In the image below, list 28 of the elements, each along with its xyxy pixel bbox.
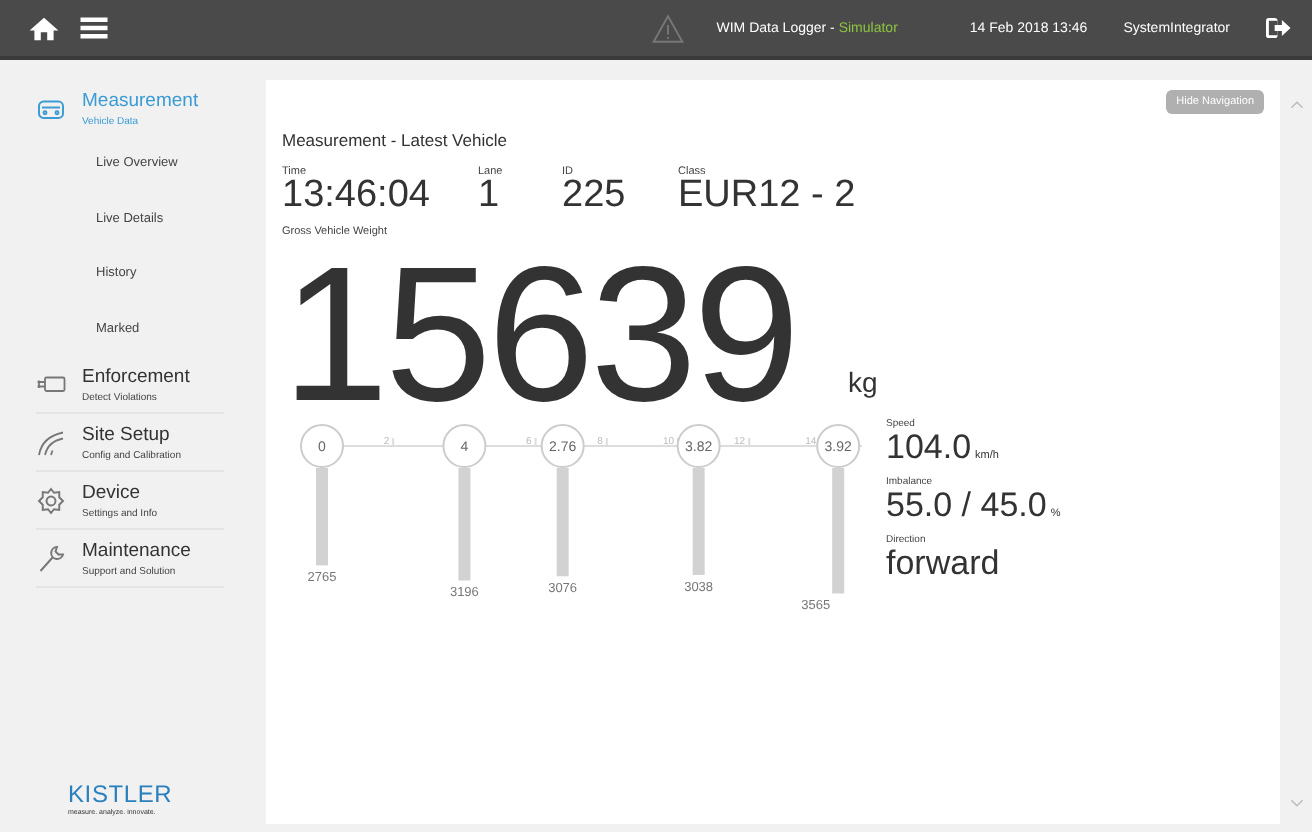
nav-label: Measurement — [82, 89, 199, 111]
section-heading: Measurement - Latest Vehicle — [282, 130, 509, 150]
nav-label: Maintenance — [82, 539, 191, 561]
field-value: 1 — [478, 178, 502, 214]
axle-load-bar — [832, 468, 845, 594]
logout-icon[interactable] — [1266, 16, 1292, 40]
axle-load-bar — [692, 468, 705, 575]
field-value: 13:46:04 — [282, 178, 432, 214]
warning-icon — [652, 13, 685, 43]
nav-label: Enforcement — [82, 365, 190, 387]
weight-unit: kg — [847, 366, 878, 398]
logo-wordmark: KISTLER — [68, 780, 175, 808]
nav-label: Device — [82, 481, 143, 503]
axle-load-bar — [556, 468, 569, 577]
menu-icon[interactable] — [80, 16, 108, 40]
stat-value: 55.0 / 45.0 — [886, 488, 1047, 522]
wrench-icon — [36, 543, 66, 573]
gauge-icon — [36, 427, 66, 457]
field-value: 225 — [562, 178, 628, 214]
stat-value: forward — [886, 546, 1000, 580]
axle-load-bar — [458, 468, 471, 581]
axle-load-bar — [316, 468, 328, 566]
nav-label: Site Setup — [82, 423, 172, 445]
gear-icon — [36, 485, 66, 515]
field-value: EUR12 - 2 — [678, 178, 856, 214]
stat-value: 104.0 — [886, 430, 972, 464]
gross-weight-value: 15639 — [282, 266, 796, 406]
home-icon[interactable] — [28, 15, 60, 41]
